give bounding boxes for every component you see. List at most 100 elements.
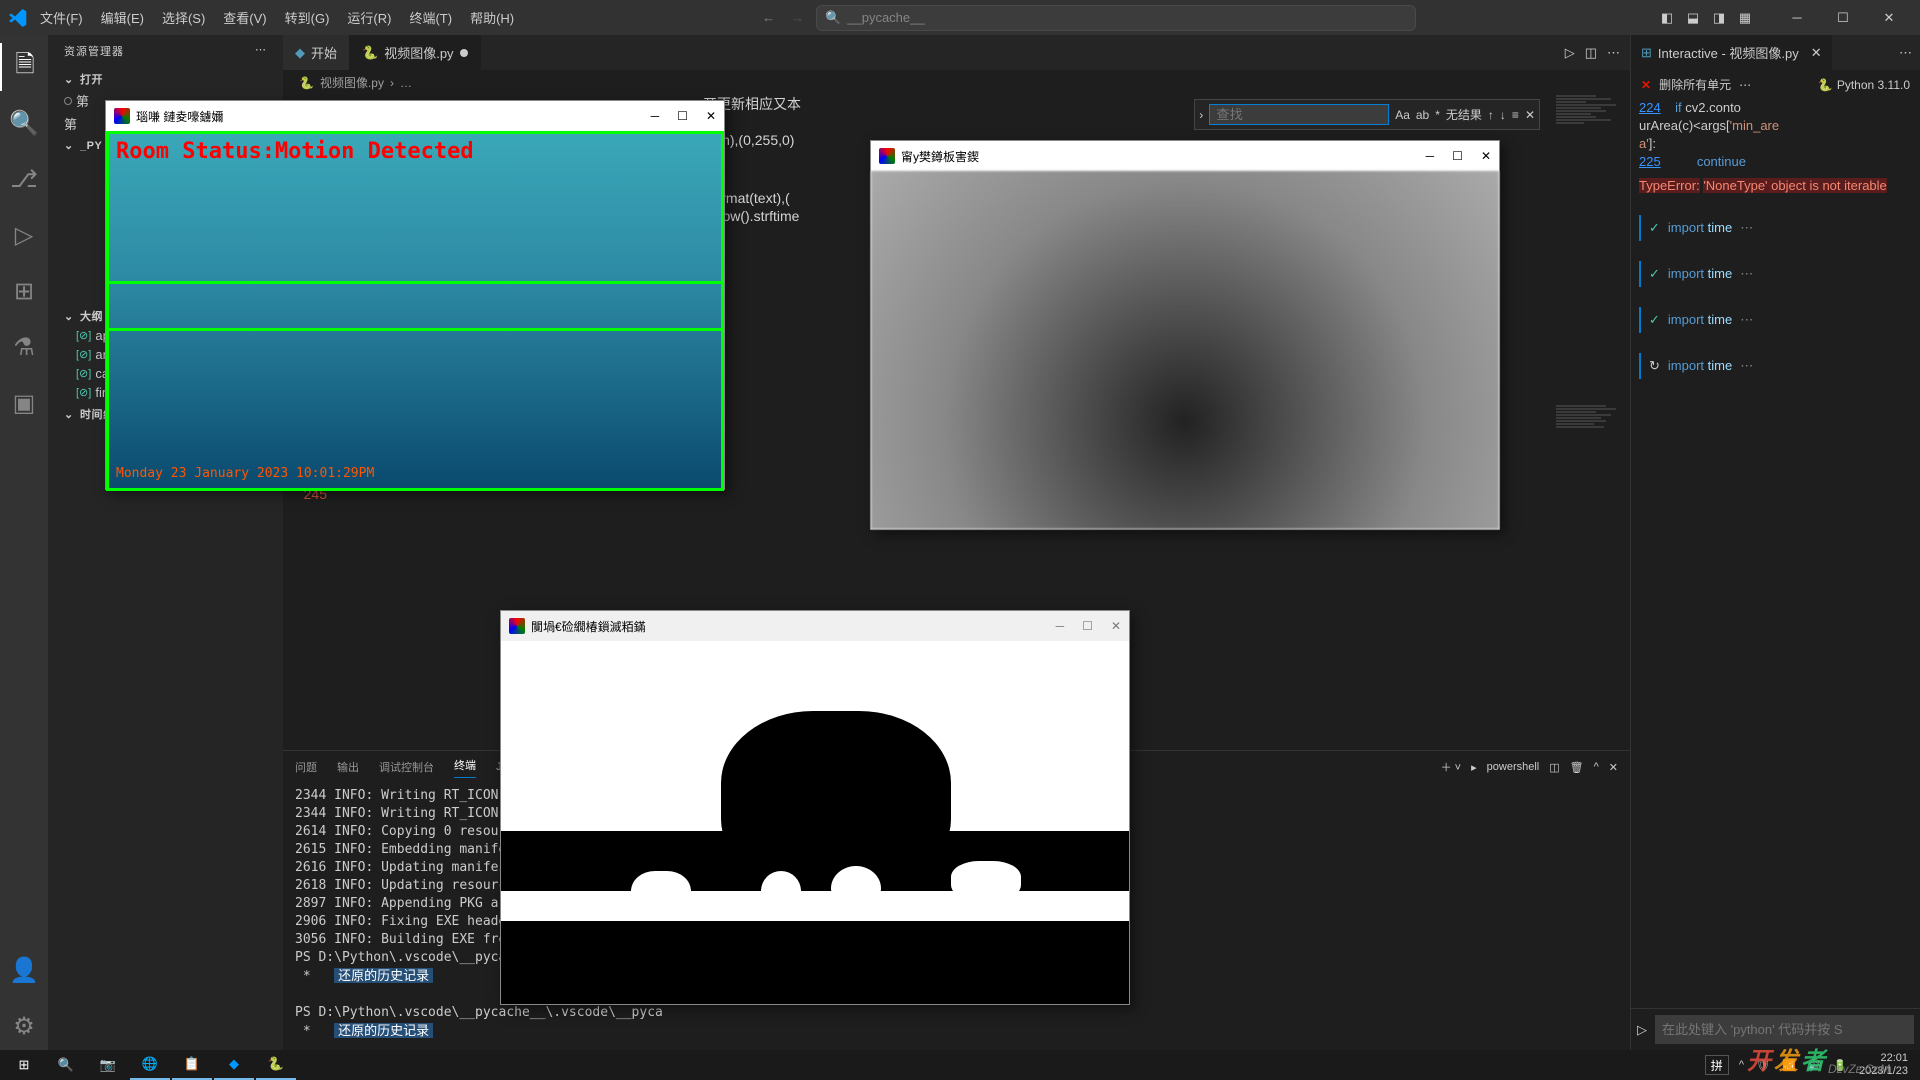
layout-sidebar-left-icon[interactable]: ◧ (1656, 7, 1678, 29)
cv-window-gray[interactable]: 甯у樊鐏板害鍥 ─☐✕ (870, 140, 1500, 530)
nav-back-icon[interactable]: ← (762, 10, 775, 25)
tray-chevron-icon[interactable]: ^ (1739, 1059, 1744, 1071)
cell-output[interactable]: ✓import time⋯ (1639, 307, 1912, 333)
window-minimize-icon[interactable]: ─ (1774, 0, 1820, 35)
interactive-tab[interactable]: ⊞Interactive - 视频图像.py✕ (1631, 35, 1832, 70)
cell-running[interactable]: ↻import time⋯ (1639, 353, 1912, 379)
clear-all-button[interactable]: 删除所有单元 (1659, 76, 1731, 93)
terminal-kill-icon[interactable]: 🗑 (1570, 761, 1584, 774)
window-maximize-icon[interactable]: ☐ (1820, 0, 1866, 35)
find-prev-icon[interactable]: ↑ (1488, 108, 1494, 122)
window-close-icon[interactable]: ✕ (1481, 149, 1491, 163)
kernel-picker[interactable]: 🐍Python 3.11.0 (1818, 78, 1910, 92)
menu-file[interactable]: 文件(F) (32, 4, 91, 31)
panel-tab-output[interactable]: 输出 (337, 759, 359, 775)
titlebar: 文件(F) 编辑(E) 选择(S) 查看(V) 转到(G) 运行(R) 终端(T… (0, 0, 1920, 35)
nav-forward-icon[interactable]: → (791, 10, 804, 25)
testing-icon[interactable]: ⚗ (0, 323, 48, 371)
task-vscode-icon[interactable]: ◆ (214, 1050, 254, 1080)
task-search-icon[interactable]: 🔍 (46, 1050, 86, 1080)
menu-go[interactable]: 转到(G) (277, 4, 338, 31)
cell-output[interactable]: ✓import time⋯ (1639, 261, 1912, 287)
terminal-split-icon[interactable]: ◫ (1549, 761, 1559, 774)
close-icon[interactable]: ✕ (1811, 45, 1822, 61)
panel-maximize-icon[interactable]: ^ (1594, 761, 1599, 773)
panel-tab-debug[interactable]: 调试控制台 (379, 759, 434, 775)
interrupt-icon[interactable]: ✕ (1641, 78, 1651, 92)
run-button-icon[interactable]: ▷ (1565, 45, 1575, 61)
command-center[interactable]: 🔍 __pycache__ (816, 5, 1416, 31)
jupyter-icon[interactable]: ▣ (0, 379, 48, 427)
search-activity-icon[interactable]: 🔍 (0, 99, 48, 147)
layout-customize-icon[interactable]: ▦ (1734, 7, 1756, 29)
window-maximize-icon[interactable]: ☐ (677, 109, 688, 123)
interactive-input[interactable] (1655, 1015, 1914, 1044)
watermark: 开发者 DᴇᴠZᴇ.CᴏM (1747, 1041, 1890, 1076)
task-chrome-icon[interactable]: 🌐 (130, 1050, 170, 1080)
panel-tab-terminal[interactable]: 终端 (454, 757, 476, 778)
interactive-run-icon[interactable]: ▷ (1637, 1022, 1647, 1038)
explorer-icon[interactable]: 🗎 (0, 43, 48, 91)
task-clipboard-icon[interactable]: 📋 (172, 1050, 212, 1080)
menu-terminal[interactable]: 终端(T) (401, 4, 460, 31)
menu-edit[interactable]: 编辑(E) (93, 4, 152, 31)
find-next-icon[interactable]: ↓ (1500, 108, 1506, 122)
terminal-new-icon[interactable]: ＋ ˅ (1441, 759, 1461, 775)
terminal-shell-icon[interactable]: ▸ (1471, 761, 1477, 774)
panel-close-icon[interactable]: ✕ (1609, 761, 1618, 774)
find-regex-icon[interactable]: * (1435, 108, 1440, 122)
task-ime-icon[interactable]: 拼 (1705, 1055, 1729, 1075)
window-maximize-icon[interactable]: ☐ (1452, 149, 1463, 163)
interactive-panel: ⊞Interactive - 视频图像.py✕ ⋯ ✕ 删除所有单元 ⋯ 🐍Py… (1630, 35, 1920, 1050)
tab-welcome[interactable]: ◆开始 (283, 35, 350, 70)
menu-select[interactable]: 选择(S) (154, 4, 213, 31)
start-button-icon[interactable]: ⊞ (4, 1050, 44, 1080)
editor-more-icon[interactable]: ⋯ (1607, 45, 1620, 61)
layout-sidebar-right-icon[interactable]: ◨ (1708, 7, 1730, 29)
cell-more-icon[interactable]: ⋯ (1739, 78, 1751, 92)
search-icon: 🔍 (825, 10, 841, 26)
cv-window-video[interactable]: 瑙嗛 鏈夌嚎鐪嬭 ─☐✕ Room Status:Motion Detected… (105, 100, 725, 490)
window-minimize-icon[interactable]: ─ (1056, 619, 1065, 633)
find-close-icon[interactable]: ✕ (1525, 108, 1535, 122)
find-toggle-icon[interactable]: › (1199, 108, 1203, 122)
split-editor-icon[interactable]: ◫ (1585, 45, 1597, 61)
settings-gear-icon[interactable]: ⚙ (0, 1002, 48, 1050)
window-close-icon[interactable]: ✕ (706, 109, 716, 123)
task-python-icon[interactable]: 🐍 (256, 1050, 296, 1080)
panel-tab-problems[interactable]: 问题 (295, 759, 317, 775)
windows-taskbar: ⊞ 🔍 📷 🌐 📋 ◆ 🐍 拼 ^ 🛡 📶 🔊 🔋 22:01 2023/1/2… (0, 1050, 1920, 1080)
breadcrumb[interactable]: 🐍视频图像.py›… (283, 70, 1630, 95)
menu-help[interactable]: 帮助(H) (462, 4, 522, 31)
window-minimize-icon[interactable]: ─ (1426, 149, 1435, 163)
find-widget: › Aa ab * 无结果 ↑ ↓ ≡ ✕ (1194, 99, 1540, 130)
terminal-shell-label: powershell (1487, 761, 1540, 773)
window-maximize-icon[interactable]: ☐ (1082, 619, 1093, 633)
find-input[interactable] (1209, 104, 1389, 125)
minimap[interactable] (1550, 95, 1630, 750)
run-debug-icon[interactable]: ▷ (0, 211, 48, 259)
window-close-icon[interactable]: ✕ (1866, 0, 1912, 35)
open-editors-section[interactable]: ⌄打开 (48, 67, 283, 89)
task-camera-icon[interactable]: 📷 (88, 1050, 128, 1080)
cv-window-threshold[interactable]: 闃堝€硷繝椿鎻滅粨鏋 ─☐✕ (500, 610, 1130, 1005)
opencv-icon (509, 618, 525, 634)
tab-video-py[interactable]: 🐍视频图像.py (350, 35, 481, 70)
interactive-more-icon[interactable]: ⋯ (1891, 45, 1920, 61)
opencv-icon (879, 148, 895, 164)
window-close-icon[interactable]: ✕ (1111, 619, 1121, 633)
find-case-icon[interactable]: Aa (1395, 108, 1410, 122)
source-control-icon[interactable]: ⎇ (0, 155, 48, 203)
find-selection-icon[interactable]: ≡ (1512, 108, 1519, 122)
account-icon[interactable]: 👤 (0, 946, 48, 994)
window-minimize-icon[interactable]: ─ (651, 109, 660, 123)
find-word-icon[interactable]: ab (1416, 108, 1429, 122)
extensions-icon[interactable]: ⊞ (0, 267, 48, 315)
command-center-text: __pycache__ (847, 10, 924, 25)
menu-view[interactable]: 查看(V) (215, 4, 274, 31)
menu-run[interactable]: 运行(R) (339, 4, 399, 31)
cell-output[interactable]: ✓import time⋯ (1639, 215, 1912, 241)
explorer-more-icon[interactable]: ⋯ (255, 43, 267, 59)
opencv-icon (114, 108, 130, 124)
layout-panel-icon[interactable]: ⬓ (1682, 7, 1704, 29)
